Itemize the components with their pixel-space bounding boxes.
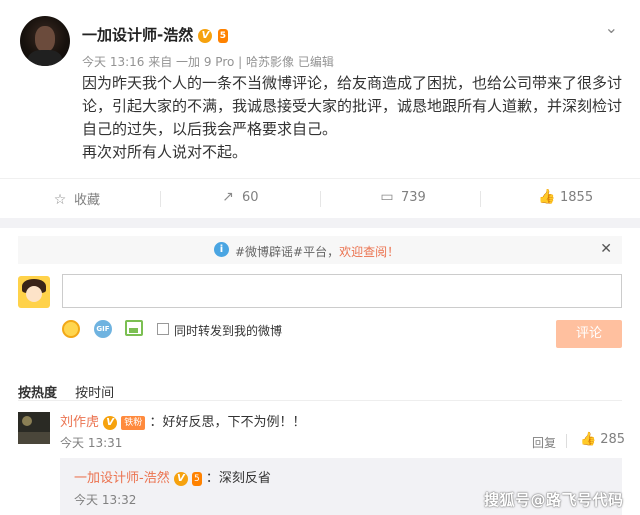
post-text: 因为昨天我个人的一条不当微博评论，给友商造成了困扰，也给公司带来了很多讨论，引起… <box>82 74 623 138</box>
reply-time: 今天 13:32 <box>74 493 137 507</box>
thumbs-up-icon: 👍 <box>538 189 556 205</box>
post-text-2: 再次对所有人说对不起。 <box>82 143 248 161</box>
commenter-name[interactable]: 刘作虎 <box>60 415 99 430</box>
emoji-icon[interactable] <box>62 320 80 338</box>
sort-by-time[interactable]: 按时间 <box>75 386 114 401</box>
avatar-shirt <box>28 50 62 66</box>
author-name[interactable]: 一加设计师-浩然 <box>82 26 193 44</box>
repost-icon: ↗ <box>222 189 234 205</box>
action-divider <box>480 191 481 207</box>
level-badge: 5 <box>191 471 202 486</box>
thumbs-up-icon: 👍 <box>580 432 597 447</box>
notice-prefix[interactable]: #微博辟谣#平台， <box>235 245 339 259</box>
comment-text: ：好好反思，下不为例！！ <box>149 415 306 430</box>
weibo-post: 一加设计师-浩然 V 5 ⌄ 今天 13:16 来自 一加 9 Pro | 哈苏… <box>0 0 640 228</box>
post-actions: ☆ 收藏 ↗ 60 ▭ 739 👍 1855 <box>0 178 640 218</box>
favorite-label: 收藏 <box>74 193 101 208</box>
post-meta: 今天 13:16 来自 一加 9 Pro | 哈苏影像 已编辑 <box>82 55 334 69</box>
reply-button[interactable]: 回复 <box>532 434 556 451</box>
comment-input[interactable] <box>62 274 622 308</box>
chevron-down-icon[interactable]: ⌄ <box>605 18 618 37</box>
info-icon: i <box>214 242 229 257</box>
comment-button[interactable]: ▭ 739 <box>379 189 426 205</box>
author-line: 一加设计师-浩然 V 5 <box>82 24 228 45</box>
comment-line: 刘作虎 V 铁粉 ：好好反思，下不为例！！ <box>60 411 305 430</box>
sort-by-hot[interactable]: 按热度 <box>18 386 57 401</box>
reply-author-name[interactable]: 一加设计师-浩然 <box>74 471 170 486</box>
fan-badge: 铁粉 <box>121 415 146 430</box>
star-icon: ☆ <box>53 192 67 208</box>
watermark: 搜狐号@路飞号代码 <box>484 491 624 509</box>
repost-button[interactable]: ↗ 60 <box>220 189 259 205</box>
action-divider <box>320 191 321 207</box>
comment-count: 739 <box>401 190 426 205</box>
action-divider <box>160 191 161 207</box>
favorite-button[interactable]: ☆ 收藏 <box>52 189 100 208</box>
commenter-avatar[interactable] <box>18 412 50 444</box>
verified-badge: V <box>103 415 118 430</box>
divider <box>18 400 622 401</box>
avatar-desk <box>18 432 50 444</box>
author-avatar[interactable] <box>20 16 70 66</box>
verified-badge: V <box>173 471 188 486</box>
section-gap <box>0 218 640 228</box>
divider <box>566 434 567 448</box>
post-content: 因为昨天我个人的一条不当微博评论，给友商造成了困扰，也给公司带来了很多讨论，引起… <box>82 72 622 164</box>
like-button[interactable]: 👍 1855 <box>538 189 593 205</box>
avatar-lamp <box>22 416 32 426</box>
reply-text: ：深刻反省 <box>205 471 271 486</box>
comment-sort: 按热度 按时间 <box>18 382 114 401</box>
avatar-face <box>35 26 55 52</box>
notice-text: #微博辟谣#平台，欢迎查阅！ <box>235 243 399 260</box>
image-icon[interactable] <box>125 320 143 336</box>
composer-toolbar: GIF 同时转发到我的微博 评论 <box>62 318 622 348</box>
like-count: 1855 <box>560 190 594 205</box>
gif-icon[interactable]: GIF <box>94 320 112 338</box>
verified-badge: V <box>198 28 213 43</box>
notice-link[interactable]: 欢迎查阅！ <box>339 245 399 259</box>
sync-repost-checkbox[interactable] <box>157 323 169 335</box>
submit-comment-button[interactable]: 评论 <box>556 320 622 348</box>
current-user-avatar[interactable] <box>18 276 50 308</box>
comment-time: 今天 13:31 <box>60 436 123 450</box>
rumor-notice: i #微博辟谣#平台，欢迎查阅！ ✕ <box>18 236 622 264</box>
comment-icon: ▭ <box>380 189 394 205</box>
sync-repost-label[interactable]: 同时转发到我的微博 <box>174 322 282 339</box>
comment-like-count: 285 <box>600 432 626 447</box>
repost-count: 60 <box>242 190 259 205</box>
reply-line: 一加设计师-浩然 V 5 ：深刻反省 <box>74 467 271 486</box>
avatar-face <box>26 286 42 302</box>
comment-like-button[interactable]: 👍 285 <box>580 432 625 447</box>
close-icon[interactable]: ✕ <box>600 241 612 257</box>
level-badge: 5 <box>217 28 228 43</box>
